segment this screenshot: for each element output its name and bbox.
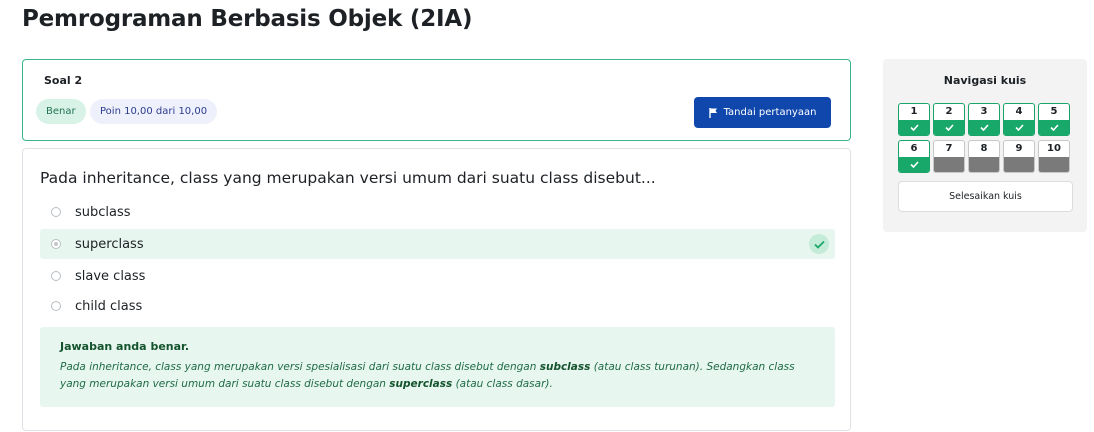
feedback-term: superclass bbox=[389, 378, 453, 390]
navigation-title: Navigasi kuis bbox=[943, 74, 1027, 87]
nav-question-number: 5 bbox=[1050, 106, 1058, 117]
unanswered-state bbox=[1039, 157, 1069, 172]
nav-question-7[interactable]: 7 bbox=[933, 140, 965, 173]
answer-label: slave class bbox=[75, 268, 146, 284]
radio-button[interactable] bbox=[51, 239, 61, 249]
answer-label: subclass bbox=[75, 204, 131, 220]
answered-check-icon bbox=[1039, 120, 1069, 135]
unanswered-state bbox=[1004, 157, 1034, 172]
nav-question-number: 6 bbox=[910, 143, 918, 154]
answered-check-icon bbox=[969, 120, 999, 135]
radio-button[interactable] bbox=[51, 301, 61, 311]
question-number: Soal 2 bbox=[44, 74, 83, 87]
navigation-grid: 1 2 3 4 5 6 7 8 9 10 bbox=[898, 103, 1070, 173]
quiz-navigation: Navigasi kuis 1 2 3 4 5 6 7 8 9 10 Selesaikan kui… bbox=[883, 59, 1087, 232]
question-text: Pada inheritance, class yang merupakan v… bbox=[40, 169, 656, 187]
answered-check-icon bbox=[934, 120, 964, 135]
feedback-text-part: Pada inheritance, class yang merupakan v… bbox=[60, 361, 540, 373]
feedback-box: Jawaban anda benar. Pada inheritance, cl… bbox=[40, 327, 835, 407]
radio-button[interactable] bbox=[51, 271, 61, 281]
nav-question-number: 9 bbox=[1015, 143, 1023, 154]
nav-question-8[interactable]: 8 bbox=[968, 140, 1000, 173]
page-title: Pemrograman Berbasis Objek (2IA) bbox=[22, 6, 473, 32]
nav-question-number: 7 bbox=[945, 143, 953, 154]
nav-question-number: 4 bbox=[1015, 106, 1023, 117]
question-content: Pada inheritance, class yang merupakan v… bbox=[22, 148, 851, 431]
nav-question-10[interactable]: 10 bbox=[1038, 140, 1070, 173]
answer-option-subclass[interactable]: subclass bbox=[40, 197, 835, 227]
nav-question-3[interactable]: 3 bbox=[968, 103, 1000, 136]
nav-question-2[interactable]: 2 bbox=[933, 103, 965, 136]
answer-label: superclass bbox=[75, 236, 144, 252]
nav-question-9[interactable]: 9 bbox=[1003, 140, 1035, 173]
feedback-title: Jawaban anda benar. bbox=[60, 340, 190, 353]
unanswered-state bbox=[969, 157, 999, 172]
flag-question-label: Tandai pertanyaan bbox=[723, 107, 817, 118]
feedback-text: Pada inheritance, class yang merupakan v… bbox=[60, 359, 815, 393]
nav-question-number: 10 bbox=[1047, 143, 1061, 154]
answer-label: child class bbox=[75, 298, 143, 314]
finish-quiz-button[interactable]: Selesaikan kuis bbox=[898, 181, 1073, 212]
score-badge: Poin 10,00 dari 10,00 bbox=[90, 99, 218, 124]
nav-question-number: 8 bbox=[980, 143, 988, 154]
feedback-term: subclass bbox=[539, 361, 591, 373]
nav-question-5[interactable]: 5 bbox=[1038, 103, 1070, 136]
radio-button[interactable] bbox=[51, 207, 61, 217]
question-info-box: Soal 2 Benar Poin 10,00 dari 10,00 Tanda… bbox=[22, 59, 851, 141]
unanswered-state bbox=[934, 157, 964, 172]
answer-option-slave-class[interactable]: slave class bbox=[40, 261, 835, 291]
flag-question-button[interactable]: Tandai pertanyaan bbox=[694, 97, 831, 128]
nav-question-number: 2 bbox=[945, 106, 953, 117]
nav-question-number: 3 bbox=[980, 106, 988, 117]
answered-check-icon bbox=[899, 157, 929, 172]
answered-check-icon bbox=[1004, 120, 1034, 135]
nav-question-4[interactable]: 4 bbox=[1003, 103, 1035, 136]
nav-question-number: 1 bbox=[910, 106, 918, 117]
answered-check-icon bbox=[899, 120, 929, 135]
answer-option-superclass[interactable]: superclass bbox=[40, 229, 835, 259]
feedback-text-part: (atau class dasar). bbox=[452, 378, 553, 390]
answer-option-child-class[interactable]: child class bbox=[40, 291, 835, 321]
nav-question-6[interactable]: 6 bbox=[898, 140, 930, 173]
correct-check-icon bbox=[809, 234, 829, 254]
status-badge: Benar bbox=[36, 99, 86, 124]
nav-question-1[interactable]: 1 bbox=[898, 103, 930, 136]
flag-icon bbox=[708, 107, 717, 118]
